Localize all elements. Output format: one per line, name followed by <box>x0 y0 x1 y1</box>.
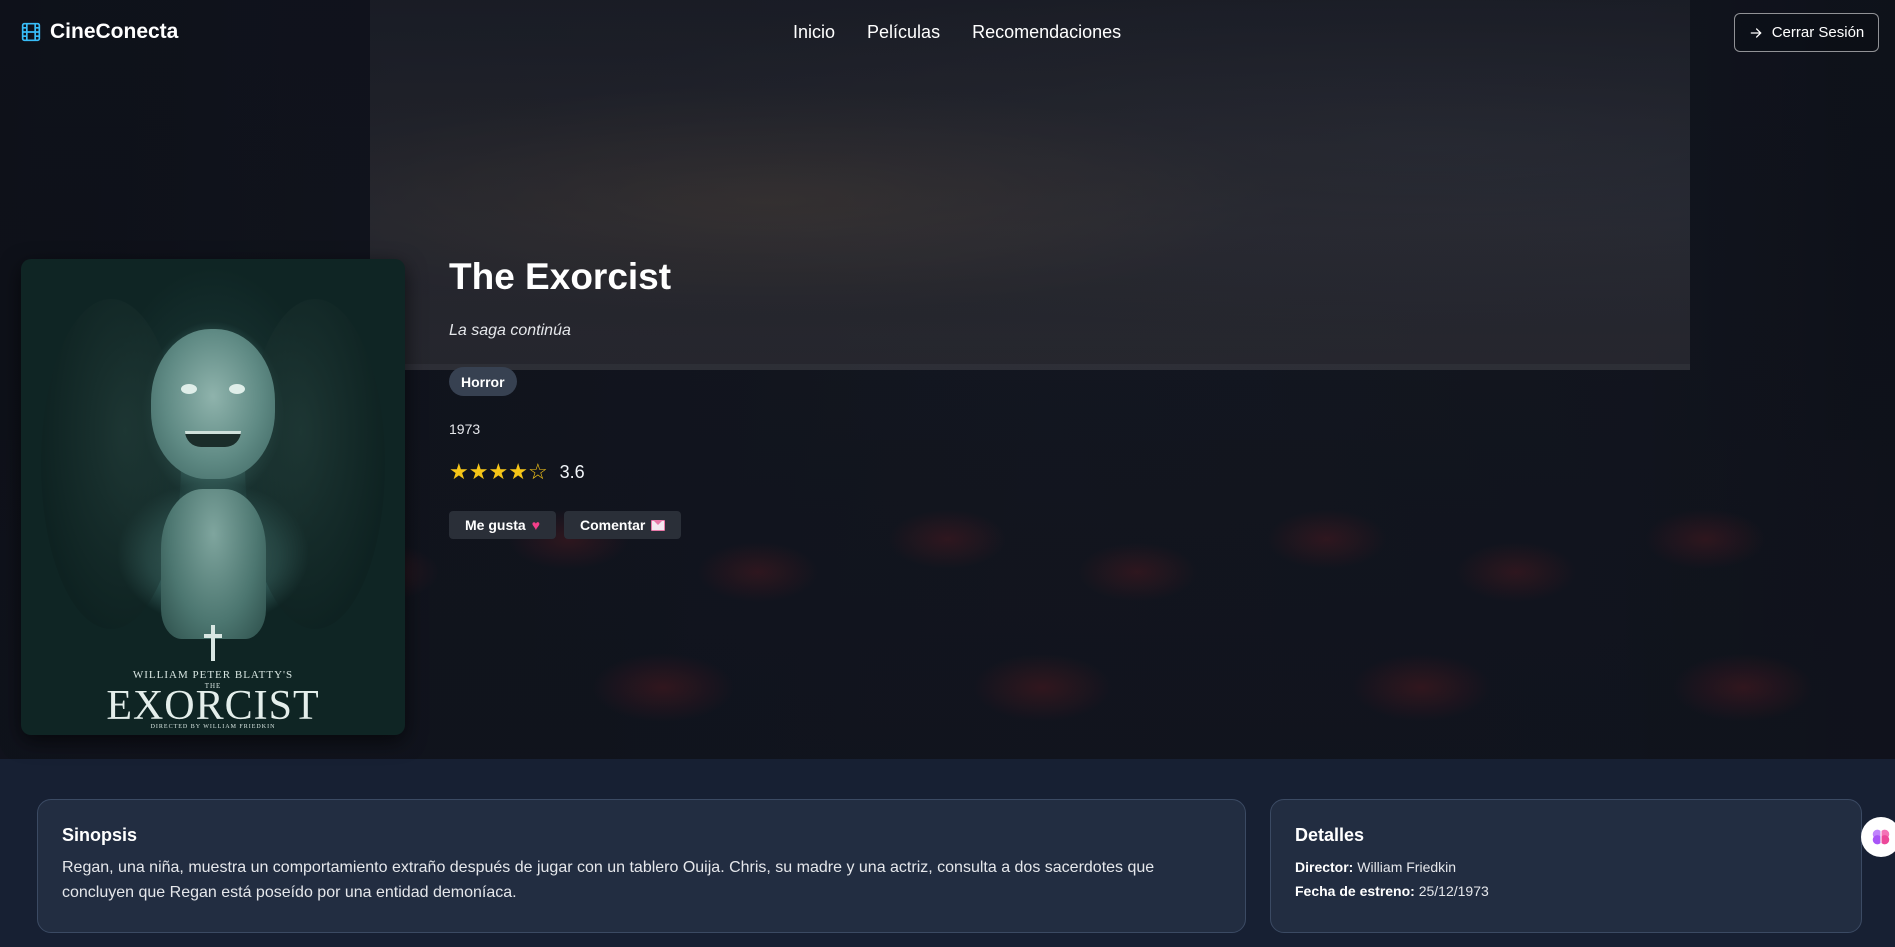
nav-link-peliculas[interactable]: Películas <box>867 22 940 43</box>
film-icon <box>21 22 41 42</box>
movie-info: The Exorcist La saga continúa Horror 197… <box>449 256 682 539</box>
genre-badge: Horror <box>449 367 517 396</box>
star-filled-icon: ★ <box>508 459 528 484</box>
movie-title: The Exorcist <box>449 256 672 297</box>
movie-poster: WILLIAM PETER BLATTY'S THE EXORCIST DIRE… <box>21 259 405 735</box>
synopsis-title: Sinopsis <box>62 825 138 845</box>
detail-director: Director: William Friedkin <box>1295 855 1837 879</box>
navbar: CineConecta Inicio Películas Recomendaci… <box>0 0 1895 66</box>
main-nav: Inicio Películas Recomendaciones <box>793 22 1121 43</box>
poster-byline: WILLIAM PETER BLATTY'S <box>132 669 294 681</box>
star-empty-icon: ☆ <box>527 459 548 484</box>
nav-link-inicio[interactable]: Inicio <box>793 22 835 43</box>
poster-hands <box>161 489 266 639</box>
cross-icon <box>204 625 222 661</box>
rating-value: 3.6 <box>559 461 585 482</box>
release-label: Fecha de estreno: <box>1295 883 1415 899</box>
assistant-floating-button[interactable] <box>1861 817 1895 857</box>
details-title: Detalles <box>1295 825 1365 845</box>
synopsis-card: Sinopsis Regan, una niña, muestra un com… <box>37 799 1246 933</box>
logout-label: Cerrar Sesión <box>1771 24 1865 41</box>
like-button[interactable]: Me gusta ♥ <box>449 511 556 539</box>
poster-title: EXORCIST <box>106 683 320 729</box>
director-label: Director: <box>1295 859 1354 875</box>
rating: ★ ★ ★ ★ ☆ 3.6 <box>449 459 585 485</box>
action-buttons: Me gusta ♥ Comentar <box>449 511 682 539</box>
envelope-icon <box>651 519 666 531</box>
brand-logo[interactable]: CineConecta <box>21 20 178 44</box>
logout-button[interactable]: Cerrar Sesión <box>1734 13 1879 52</box>
release-value: 25/12/1973 <box>1418 883 1489 899</box>
nav-link-recomendaciones[interactable]: Recomendaciones <box>972 22 1121 43</box>
details-card: Detalles Director: William Friedkin Fech… <box>1270 799 1862 933</box>
synopsis-text: Regan, una niña, muestra un comportamien… <box>62 859 1155 901</box>
director-value: William Friedkin <box>1357 859 1457 875</box>
star-filled-icon: ★ <box>468 459 489 484</box>
poster-face <box>151 329 275 479</box>
comment-label: Comentar <box>580 517 646 533</box>
comment-button[interactable]: Comentar <box>564 511 682 539</box>
star-filled-icon: ★ <box>449 459 469 484</box>
movie-tagline: La saga continúa <box>449 322 571 339</box>
release-year: 1973 <box>449 421 481 437</box>
heart-icon: ♥ <box>531 517 540 533</box>
star-rating: ★ ★ ★ ★ ☆ <box>449 459 548 485</box>
arrow-right-icon <box>1750 27 1762 38</box>
star-filled-icon: ★ <box>488 459 509 484</box>
brand-name: CineConecta <box>50 20 179 43</box>
like-label: Me gusta <box>465 517 526 533</box>
poster-director-credit: DIRECTED BY WILLIAM FRIEDKIN <box>150 724 276 730</box>
brain-icon <box>1872 829 1890 845</box>
detail-release-date: Fecha de estreno: 25/12/1973 <box>1295 879 1837 903</box>
